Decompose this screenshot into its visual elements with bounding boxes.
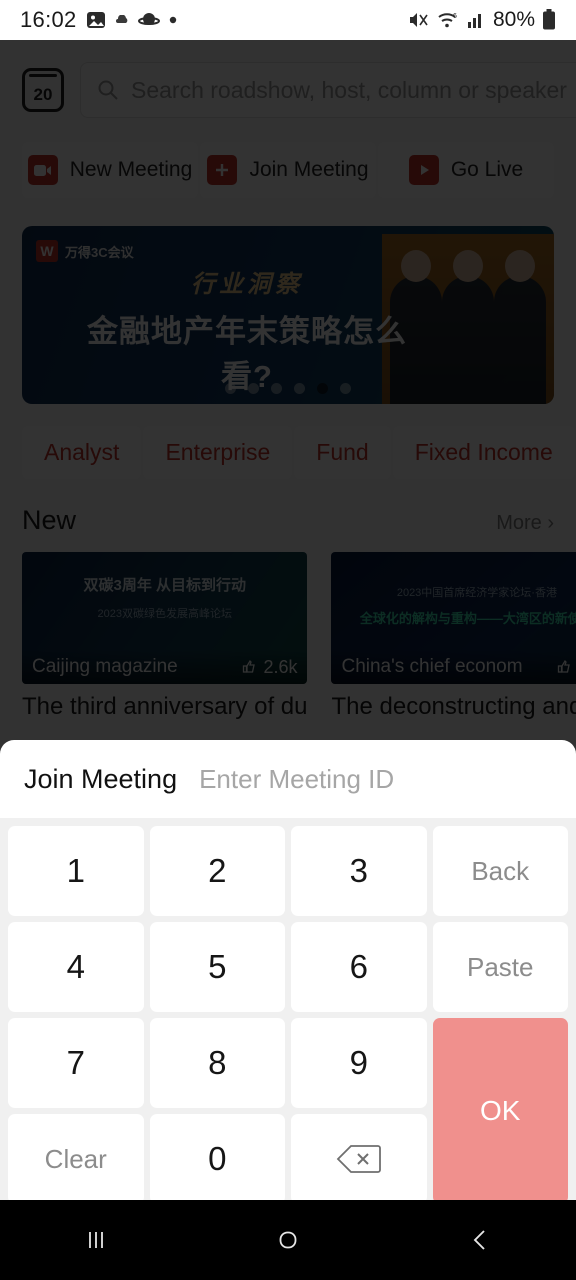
key-backspace[interactable] bbox=[291, 1114, 427, 1200]
status-bar-right: 6 80% bbox=[408, 8, 556, 32]
home-icon bbox=[273, 1225, 303, 1255]
key-1[interactable]: 1 bbox=[8, 826, 144, 916]
status-bar: 16:02 6 80% bbox=[0, 0, 576, 40]
key-8[interactable]: 8 bbox=[149, 1018, 285, 1108]
back-icon bbox=[465, 1225, 495, 1255]
svg-text:6: 6 bbox=[453, 13, 457, 20]
status-bar-left: 16:02 bbox=[20, 7, 177, 33]
cloud-icon bbox=[115, 14, 129, 25]
saturn-icon bbox=[137, 11, 160, 29]
key-2[interactable]: 2 bbox=[149, 826, 285, 916]
mute-icon bbox=[408, 10, 430, 30]
key-0[interactable]: 0 bbox=[149, 1114, 285, 1200]
android-nav-bar bbox=[0, 1200, 576, 1280]
recents-button[interactable] bbox=[41, 1200, 151, 1280]
backspace-icon bbox=[336, 1143, 382, 1175]
wifi-6-icon: 6 bbox=[437, 10, 459, 30]
signal-bars-icon bbox=[466, 10, 486, 30]
key-3[interactable]: 3 bbox=[291, 826, 427, 916]
key-5[interactable]: 5 bbox=[149, 922, 285, 1012]
key-clear[interactable]: Clear bbox=[8, 1114, 144, 1200]
meeting-id-input[interactable]: Enter Meeting ID bbox=[199, 764, 394, 795]
status-time: 16:02 bbox=[20, 7, 77, 32]
key-back[interactable]: Back bbox=[432, 826, 568, 916]
ok-button[interactable]: OK bbox=[432, 1018, 568, 1200]
battery-icon bbox=[542, 9, 556, 31]
image-icon bbox=[86, 10, 106, 30]
dialog-title: Join Meeting bbox=[24, 763, 178, 794]
dialog-header: Join Meeting Enter Meeting ID bbox=[0, 740, 576, 818]
key-6[interactable]: 6 bbox=[291, 922, 427, 1012]
home-button[interactable] bbox=[233, 1200, 343, 1280]
back-button[interactable] bbox=[425, 1200, 535, 1280]
key-7[interactable]: 7 bbox=[8, 1018, 144, 1108]
numeric-keypad: 1 2 3 Back 4 5 6 Paste 7 8 9 OK Clear 0 bbox=[0, 818, 576, 1200]
dot-icon bbox=[169, 16, 177, 24]
recents-icon bbox=[81, 1225, 111, 1255]
phone-screen: 16:02 6 80% Join Meeting Enter Meeting I… bbox=[0, 0, 576, 1280]
key-9[interactable]: 9 bbox=[291, 1018, 427, 1108]
join-meeting-dialog: Join Meeting Enter Meeting ID 1 2 3 Back… bbox=[0, 740, 576, 1200]
key-4[interactable]: 4 bbox=[8, 922, 144, 1012]
key-paste[interactable]: Paste bbox=[432, 922, 568, 1012]
battery-percent: 80% bbox=[492, 8, 535, 31]
